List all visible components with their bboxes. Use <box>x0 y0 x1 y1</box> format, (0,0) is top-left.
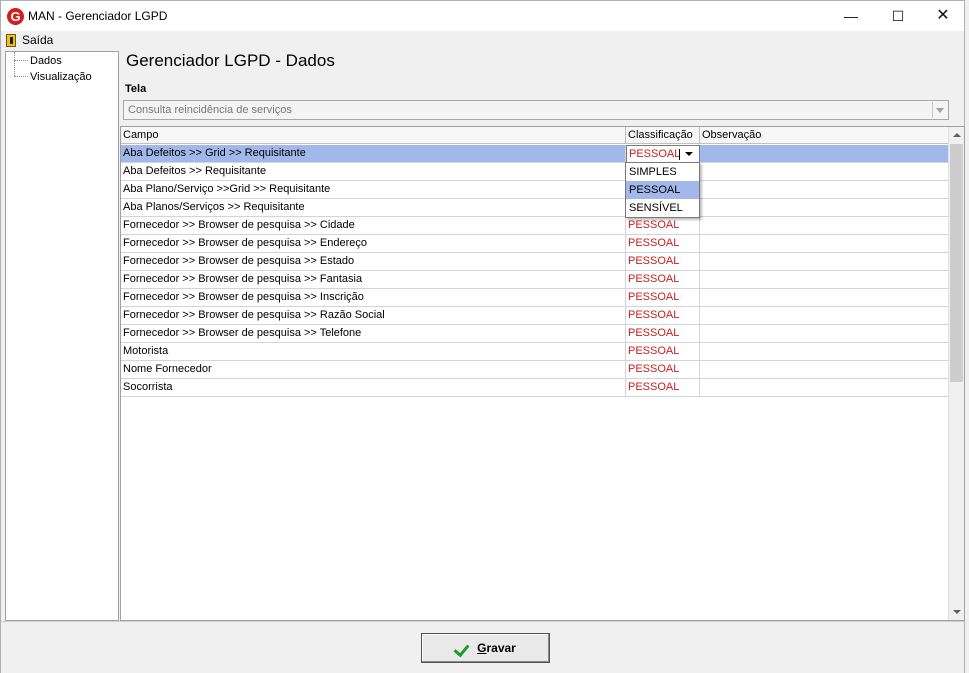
column-header-observacao[interactable]: Observação <box>700 127 949 144</box>
table-row[interactable]: Fornecedor >> Browser de pesquisa >> End… <box>121 235 949 253</box>
cell-campo[interactable]: Nome Fornecedor <box>121 361 626 379</box>
bottom-panel: Gravar <box>1 621 964 673</box>
save-label-rest: ravar <box>486 641 516 655</box>
cell-campo[interactable]: Fornecedor >> Browser de pesquisa >> Cid… <box>121 217 626 235</box>
classification-editor-value: PESSOAL <box>629 148 681 160</box>
fields-grid: Campo Classificação Observação Aba Defei… <box>120 126 965 621</box>
chevron-down-icon[interactable] <box>932 102 947 118</box>
dropdown-option-pessoal[interactable]: PESSOAL <box>626 181 699 199</box>
classification-dropdown-list: SIMPLES PESSOAL SENSÍVEL <box>625 162 700 218</box>
table-row[interactable]: Aba Plano/Serviço >>Grid >> Requisitante <box>121 181 949 199</box>
cell-observacao[interactable] <box>700 379 949 397</box>
tree-connector <box>14 76 28 77</box>
app-logo-icon: G <box>7 8 24 25</box>
cell-campo[interactable]: Aba Defeitos >> Requisitante <box>121 163 626 181</box>
cell-observacao[interactable] <box>700 343 949 361</box>
navigation-tree: Dados Visualização <box>5 51 119 621</box>
table-row[interactable]: Motorista PESSOAL <box>121 343 949 361</box>
tree-item-label: Visualização <box>30 70 92 83</box>
table-row[interactable]: Fornecedor >> Browser de pesquisa >> Raz… <box>121 307 949 325</box>
table-row[interactable]: Fornecedor >> Browser de pesquisa >> Est… <box>121 253 949 271</box>
cell-classificacao[interactable]: PESSOAL <box>626 289 700 307</box>
column-header-campo[interactable]: Campo <box>121 127 626 144</box>
tela-select[interactable]: Consulta reincidência de serviços <box>123 100 949 120</box>
chevron-down-icon[interactable] <box>681 148 697 160</box>
table-row[interactable]: Fornecedor >> Browser de pesquisa >> Cid… <box>121 217 949 235</box>
main-window: G MAN - Gerenciador LGPD — ☐ ✕ Saída Dad… <box>0 0 965 673</box>
menu-exit[interactable]: Saída <box>6 32 53 48</box>
page-title: Gerenciador LGPD - Dados <box>126 51 335 70</box>
cell-campo[interactable]: Motorista <box>121 343 626 361</box>
cell-campo[interactable]: Fornecedor >> Browser de pesquisa >> Fan… <box>121 271 626 289</box>
table-row[interactable]: Aba Planos/Serviços >> Requisitante <box>121 199 949 217</box>
cell-observacao[interactable] <box>700 163 949 181</box>
cell-campo[interactable]: Fornecedor >> Browser de pesquisa >> Est… <box>121 253 626 271</box>
scroll-down-icon[interactable] <box>949 604 964 620</box>
cell-classificacao[interactable]: PESSOAL <box>626 217 700 235</box>
cell-classificacao[interactable]: PESSOAL <box>626 271 700 289</box>
exit-door-icon <box>6 33 16 47</box>
minimize-button[interactable]: — <box>828 1 874 31</box>
tree-item-dados[interactable]: Dados <box>14 53 62 68</box>
cell-campo[interactable]: Fornecedor >> Browser de pesquisa >> Ins… <box>121 289 626 307</box>
window-title: MAN - Gerenciador LGPD <box>28 9 168 23</box>
cell-observacao[interactable] <box>700 325 949 343</box>
cell-campo[interactable]: Fornecedor >> Browser de pesquisa >> End… <box>121 235 626 253</box>
dropdown-option-sensivel[interactable]: SENSÍVEL <box>626 199 699 217</box>
cell-campo[interactable]: Fornecedor >> Browser de pesquisa >> Raz… <box>121 307 626 325</box>
cell-observacao[interactable] <box>700 145 949 163</box>
tree-connector <box>14 60 28 61</box>
column-header-classificacao[interactable]: Classificação <box>626 127 700 144</box>
grid-vertical-scrollbar[interactable] <box>948 127 964 620</box>
classification-editor[interactable]: PESSOAL <box>626 145 700 163</box>
scrollbar-thumb[interactable] <box>950 144 963 382</box>
tree-item-visualizacao[interactable]: Visualização <box>14 69 92 84</box>
table-row[interactable]: Socorrista PESSOAL <box>121 379 949 397</box>
grid-header: Campo Classificação Observação <box>121 127 949 144</box>
cell-classificacao[interactable]: PESSOAL <box>626 253 700 271</box>
cell-classificacao[interactable]: PESSOAL <box>626 307 700 325</box>
cell-campo[interactable]: Aba Planos/Serviços >> Requisitante <box>121 199 626 217</box>
menu-bar: Saída <box>1 31 964 49</box>
table-row[interactable]: Nome Fornecedor PESSOAL <box>121 361 949 379</box>
cell-observacao[interactable] <box>700 217 949 235</box>
dropdown-option-simples[interactable]: SIMPLES <box>626 163 699 181</box>
scroll-up-icon[interactable] <box>949 127 964 143</box>
cell-observacao[interactable] <box>700 289 949 307</box>
cell-classificacao[interactable]: PESSOAL <box>626 343 700 361</box>
save-button[interactable]: Gravar <box>421 633 550 663</box>
cell-observacao[interactable] <box>700 271 949 289</box>
cell-observacao[interactable] <box>700 253 949 271</box>
save-button-label: Gravar <box>477 641 516 655</box>
tela-label: Tela <box>125 83 147 95</box>
table-row[interactable]: Aba Defeitos >> Requisitante <box>121 163 949 181</box>
table-row[interactable]: Aba Defeitos >> Grid >> Requisitante PES… <box>121 145 949 163</box>
menu-exit-label: Saída <box>22 33 54 47</box>
cell-classificacao[interactable]: PESSOAL <box>626 361 700 379</box>
cell-campo[interactable]: Aba Defeitos >> Grid >> Requisitante <box>121 145 626 163</box>
table-row[interactable]: Fornecedor >> Browser de pesquisa >> Tel… <box>121 325 949 343</box>
tela-select-value: Consulta reincidência de serviços <box>128 104 292 116</box>
cell-classificacao[interactable]: PESSOAL <box>626 235 700 253</box>
table-row[interactable]: Fornecedor >> Browser de pesquisa >> Ins… <box>121 289 949 307</box>
table-row[interactable]: Fornecedor >> Browser de pesquisa >> Fan… <box>121 271 949 289</box>
maximize-button[interactable]: ☐ <box>875 1 921 31</box>
cell-observacao[interactable] <box>700 181 949 199</box>
cell-campo[interactable]: Socorrista <box>121 379 626 397</box>
cell-observacao[interactable] <box>700 235 949 253</box>
cell-campo[interactable]: Fornecedor >> Browser de pesquisa >> Tel… <box>121 325 626 343</box>
cell-observacao[interactable] <box>700 199 949 217</box>
cell-campo[interactable]: Aba Plano/Serviço >>Grid >> Requisitante <box>121 181 626 199</box>
cell-classificacao[interactable]: PESSOAL <box>626 325 700 343</box>
title-bar: G MAN - Gerenciador LGPD — ☐ ✕ <box>1 1 964 31</box>
tree-item-label: Dados <box>30 54 62 67</box>
check-icon <box>455 641 471 655</box>
cell-observacao[interactable] <box>700 307 949 325</box>
close-button[interactable]: ✕ <box>920 1 966 31</box>
text-caret <box>679 149 680 160</box>
cell-observacao[interactable] <box>700 361 949 379</box>
cell-classificacao[interactable]: PESSOAL <box>626 379 700 397</box>
